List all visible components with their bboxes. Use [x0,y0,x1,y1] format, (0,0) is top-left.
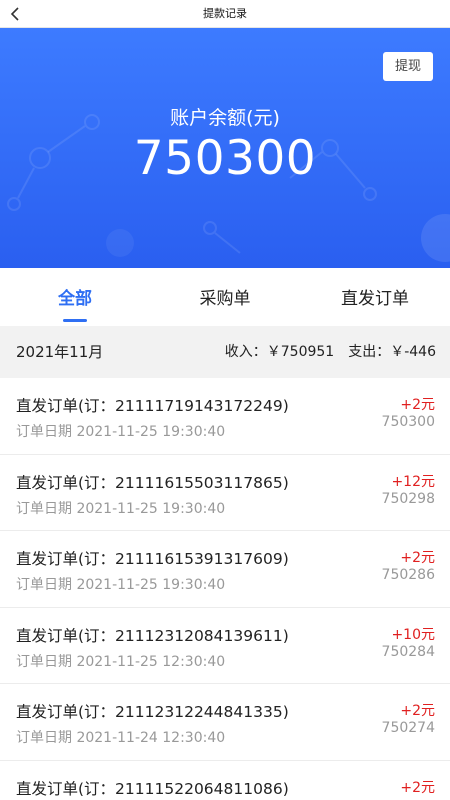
record-title: 直发订单(订：21111719143172249) [16,397,289,415]
tab-all[interactable]: 全部 [0,268,150,326]
record-amount: +12元 [391,473,435,490]
expense-total: 支出：￥-446 [348,344,436,360]
list-item[interactable]: 直发订单(订：21111719143172249) 订单日期 2021-11-2… [0,378,450,455]
withdraw-button[interactable]: 提现 [383,52,433,81]
record-title: 直发订单(订：21112312244841335) [16,703,289,721]
income-total: 收入：￥750951 [224,344,335,360]
tab-active-indicator [63,319,87,322]
record-amount: +2元 [400,703,435,719]
list-item[interactable]: 直发订单(订：21112312084139611) 订单日期 2021-11-2… [0,607,450,684]
month-label: 2021年11月 [16,343,104,361]
balance-value: 750300 [133,131,317,186]
balance-label: 账户余额(元) [170,107,280,129]
record-balance: 750274 [381,720,435,736]
record-amount: +2元 [400,550,435,566]
record-balance: 750300 [381,414,435,430]
tab-label: 全部 [58,289,92,309]
tab-label: 采购单 [199,289,251,309]
record-date: 订单日期 2021-11-24 12:30:40 [16,730,226,746]
record-date: 订单日期 2021-11-25 19:30:40 [16,577,226,593]
record-balance: 750286 [381,567,435,583]
month-summary-bar: 2021年11月 收入：￥750951 支出：￥-446 [0,326,450,378]
list-item[interactable]: 直发订单(订：21112312244841335) 订单日期 2021-11-2… [0,684,450,761]
record-amount: +10元 [391,626,435,643]
record-title: 直发订单(订：21111615391317609) [16,550,289,568]
record-amount: +2元 [400,779,435,796]
tab-label: 直发订单 [341,289,409,309]
record-balance: 750298 [381,490,435,507]
record-date: 订单日期 2021-11-25 19:30:40 [16,500,226,517]
tab-direct-order[interactable]: 直发订单 [300,268,450,326]
page-title: 提款记录 [203,7,247,20]
record-balance: 750284 [381,643,435,660]
filter-tabs: 全部 采购单 直发订单 [0,268,450,326]
record-list: 直发订单(订：21111719143172249) 订单日期 2021-11-2… [0,378,450,800]
nav-bar: 提款记录 [0,0,450,28]
list-item[interactable]: 直发订单(订：21111615503117865) 订单日期 2021-11-2… [0,454,450,531]
record-date: 订单日期 2021-11-25 19:30:40 [16,424,226,440]
balance-header: 提现 账户余额(元) 750300 [0,28,450,268]
month-totals: 收入：￥750951 支出：￥-446 [225,326,436,378]
list-item[interactable]: 直发订单(订：21111615391317609) 订单日期 2021-11-2… [0,531,450,608]
record-title: 直发订单(订：21111522064811086) [16,779,289,798]
record-date: 订单日期 2021-11-25 12:30:40 [16,653,226,670]
record-amount: +2元 [400,397,435,413]
record-title: 直发订单(订：21112312084139611) [16,626,289,645]
record-title: 直发订单(订：21111615503117865) [16,473,289,492]
list-item[interactable]: 直发订单(订：21111522064811086) +2元 [0,760,450,800]
tab-purchase-order[interactable]: 采购单 [150,268,300,326]
